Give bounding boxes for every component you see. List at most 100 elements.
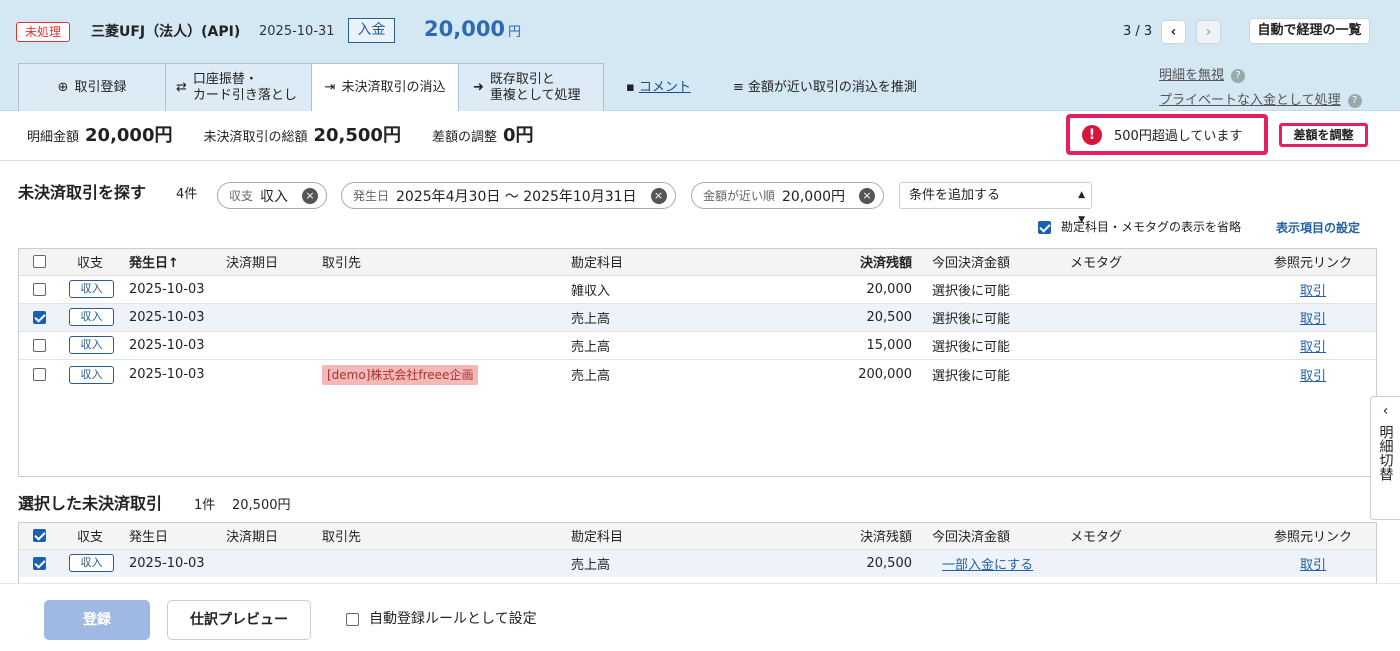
row-pay: 選択後に可能: [932, 283, 1011, 299]
side-tab-label: 明細切替: [1377, 425, 1394, 481]
select-all-checkbox[interactable]: [33, 255, 46, 269]
comment-link[interactable]: ▪ コメント: [626, 78, 691, 98]
ref-link[interactable]: 取引: [1300, 312, 1326, 327]
amount-value: 20,000: [424, 17, 506, 41]
col-due: 決済期日: [226, 256, 279, 272]
row-balance: 20,500: [866, 309, 913, 325]
filter-chip-amount[interactable]: 金額が近い順 20,000円 ×: [691, 182, 885, 209]
column-settings-link[interactable]: 表示項目の設定: [1276, 220, 1360, 236]
tab-duplicate[interactable]: ➜ 既存取引と 重複として処理: [458, 63, 604, 111]
ref-link[interactable]: 取引: [1300, 369, 1326, 384]
selected-count: 1件: [194, 498, 216, 513]
table-row[interactable]: 収入 2025-10-03 雑収入 20,000 選択後に可能 取引: [19, 275, 1376, 303]
table-row[interactable]: 収入 2025-10-03 売上高 15,000 選択後に可能 取引: [19, 331, 1376, 359]
row-checkbox[interactable]: [33, 368, 46, 382]
close-icon[interactable]: ×: [859, 187, 876, 204]
action-tabs: ⊕ 取引登録 ⇄ 口座振替・ カード引き落とし ⇥ 未決済取引の消込 ➜ 既存取…: [18, 63, 604, 111]
row-partner: [318, 303, 567, 331]
help-icon[interactable]: ?: [1347, 93, 1362, 108]
table-row[interactable]: 収入 2025-10-03 [demo]株式会社freee企画 売上高 200,…: [19, 359, 1376, 390]
col-date: 発生日: [129, 530, 169, 546]
row-memo: [1066, 303, 1270, 331]
col-due: 決済期日: [226, 530, 279, 546]
filter-chip-type[interactable]: 収支 収入 ×: [217, 182, 328, 209]
table-row[interactable]: 収入 2025-10-03 売上高 20,500 一部入金にする 取引: [19, 549, 1376, 577]
detail-value: 20,000円: [85, 125, 173, 146]
adjust-label: 差額の調整: [431, 130, 497, 145]
warning-text: 500円超過しています: [1114, 129, 1243, 144]
row-checkbox[interactable]: [33, 310, 46, 324]
app-root: 未処理 三菱UFJ（法人）(API) 2025-10-31 入金 20,000 円…: [0, 0, 1400, 651]
col-type: 収支: [77, 256, 104, 272]
row-account: 売上高: [571, 369, 611, 385]
col-date-sort[interactable]: 発生日↑: [125, 249, 222, 275]
ref-link[interactable]: 取引: [1300, 558, 1326, 573]
row-checkbox[interactable]: [33, 338, 46, 352]
search-count: 4件: [176, 187, 198, 202]
ignore-link[interactable]: 明細を無視?: [1159, 67, 1246, 85]
guess-link[interactable]: ≡ 金額が近い取引の消込を推測: [733, 78, 917, 98]
col-ref: 参照元リンク: [1274, 256, 1353, 272]
type-badge: 収入: [69, 280, 114, 298]
type-badge: 収入: [69, 308, 114, 326]
row-balance: 15,000: [866, 337, 913, 353]
adjust-value: 0円: [502, 125, 534, 146]
comment-icon: ▪: [626, 80, 635, 95]
row-memo: [1066, 549, 1270, 577]
next-button[interactable]: ›: [1196, 20, 1221, 44]
help-icon[interactable]: ?: [1231, 68, 1246, 83]
tab-reconcile[interactable]: ⇥ 未決済取引の消込: [311, 63, 459, 111]
chip-key: 金額が近い順: [703, 189, 776, 203]
row-checkbox[interactable]: [33, 556, 46, 570]
tab-register[interactable]: ⊕ 取引登録: [18, 63, 166, 111]
journal-preview-button[interactable]: 仕訳プレビュー: [167, 600, 311, 640]
filter-chip-date[interactable]: 発生日 2025年4月30日 〜 2025年10月31日 ×: [341, 182, 676, 209]
partner-tag: [demo]株式会社freee企画: [322, 365, 479, 386]
status-badge: 未処理: [16, 22, 71, 42]
ref-link[interactable]: 取引: [1300, 284, 1326, 299]
private-link[interactable]: プライベートな入金として処理?: [1159, 92, 1362, 110]
prev-button[interactable]: ‹: [1161, 20, 1186, 44]
table-row[interactable]: 収入 2025-10-03 売上高 20,500 選択後に可能 取引: [19, 303, 1376, 331]
auto-rule-toggle[interactable]: 自動登録ルールとして設定: [346, 610, 537, 628]
row-date: 2025-10-03: [129, 367, 205, 383]
omit-checkbox[interactable]: [1038, 220, 1051, 234]
chevron-left-icon: ‹: [1382, 403, 1389, 419]
row-due: [222, 331, 318, 359]
omit-toggle[interactable]: 勘定科目・メモタグの表示を省略: [1038, 219, 1241, 235]
row-pay: 選択後に可能: [932, 369, 1011, 385]
statement-header: 未処理 三菱UFJ（法人）(API) 2025-10-31 入金 20,000 円…: [0, 0, 1400, 111]
row-memo: [1066, 359, 1270, 390]
auto-rule-checkbox[interactable]: [346, 612, 359, 626]
col-memo: メモタグ: [1070, 530, 1123, 546]
tab-transfer[interactable]: ⇄ 口座振替・ カード引き落とし: [165, 63, 312, 111]
statement-amount: 20,000 円: [424, 15, 521, 47]
chip-key: 収支: [229, 189, 254, 203]
select-value: 条件を追加する: [909, 188, 1001, 203]
alert-icon: !: [1082, 124, 1102, 145]
type-badge: 収入: [69, 365, 114, 384]
row-date: 2025-10-03: [129, 337, 205, 353]
adjust-difference-button[interactable]: 差額を調整: [1279, 123, 1368, 147]
select-all-checkbox[interactable]: [33, 529, 46, 543]
chip-value: 20,000円: [782, 188, 846, 205]
row-pay: 選択後に可能: [932, 311, 1011, 327]
total-label: 未決済取引の総額: [203, 130, 308, 145]
amount-summary: 明細金額 20,000円 未決済取引の総額 20,500円 差額の調整 0円: [27, 121, 565, 147]
close-icon[interactable]: ×: [302, 187, 319, 204]
col-ref: 参照元リンク: [1274, 530, 1353, 546]
col-partner: 取引先: [322, 256, 362, 272]
register-button[interactable]: 登録: [44, 600, 150, 640]
close-icon[interactable]: ×: [650, 187, 667, 204]
bank-name: 三菱UFJ（法人）(API): [91, 24, 241, 40]
add-condition-select[interactable]: 条件を追加する ▲ ▼: [899, 182, 1092, 225]
col-balance: 決済残額: [859, 256, 912, 272]
col-account: 勘定科目: [571, 530, 624, 546]
partial-payment-link[interactable]: 一部入金にする: [942, 558, 1033, 573]
statement-switch-tab[interactable]: ‹ 明細切替: [1370, 396, 1400, 520]
row-partner: [318, 331, 567, 359]
ref-link[interactable]: 取引: [1300, 340, 1326, 355]
row-checkbox[interactable]: [33, 282, 46, 296]
auto-list-button[interactable]: 自動で経理の一覧: [1249, 18, 1370, 44]
list-check-icon: ≡: [733, 80, 744, 95]
